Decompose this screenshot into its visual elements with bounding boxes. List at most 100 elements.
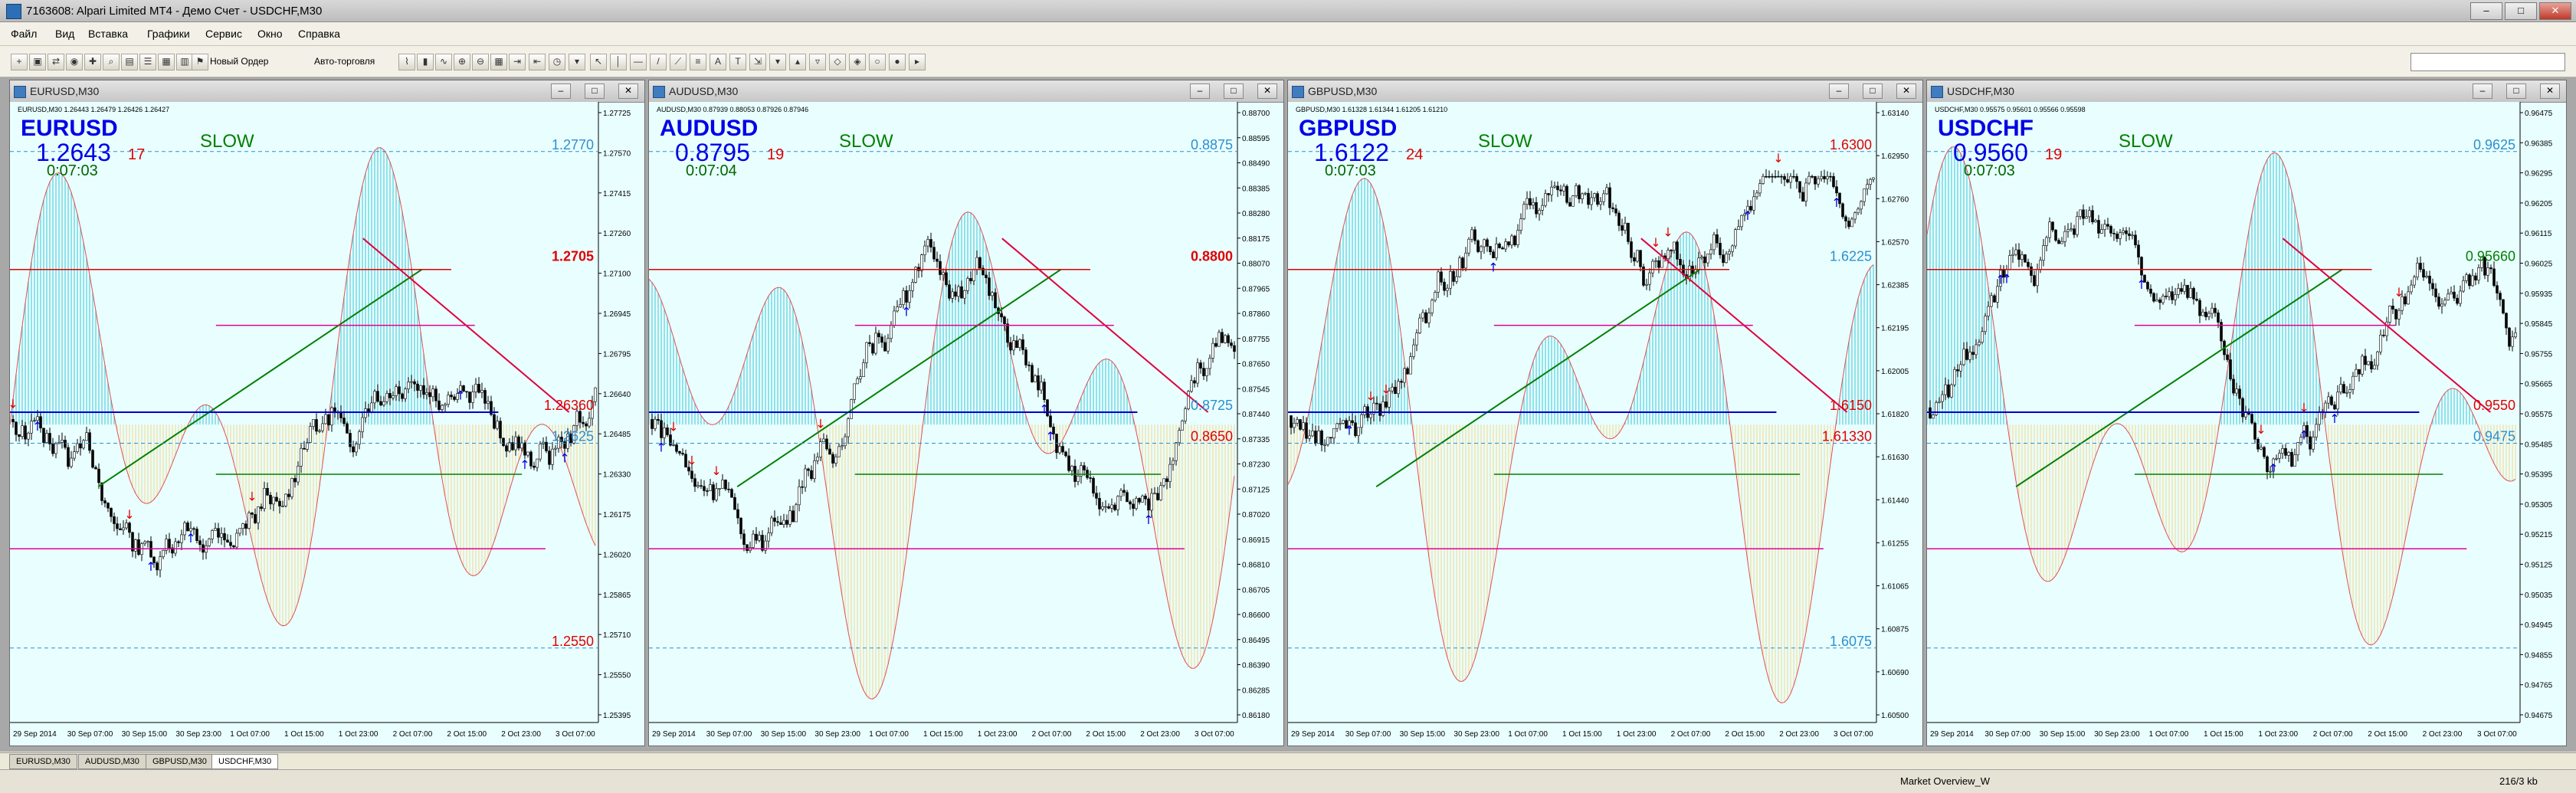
candle-body [1070, 466, 1073, 471]
chart-restore-button[interactable]: □ [585, 84, 605, 99]
chart-close-button[interactable]: ✕ [1896, 84, 1916, 99]
candle-body [718, 488, 721, 490]
toolbar-tool-icon[interactable]: ▦ [490, 54, 507, 70]
chart-close-button[interactable]: ✕ [618, 84, 638, 99]
candle-body [1538, 210, 1541, 215]
tab-audusd[interactable]: AUDUSD,M30 [78, 754, 146, 769]
chart-restore-button[interactable]: □ [1863, 84, 1883, 99]
toolbar-tool-icon[interactable]: ⇄ [48, 54, 64, 70]
toolbar-tool-icon[interactable]: / [650, 54, 667, 70]
chart-minimize-button[interactable]: – [2473, 84, 2492, 99]
chart-minimize-button[interactable]: – [1190, 84, 1210, 99]
candle-body [1795, 175, 1798, 182]
chart-minimize-button[interactable]: – [551, 84, 571, 99]
toolbar-tool-icon[interactable]: ↖ [590, 54, 607, 70]
candle-body [1172, 460, 1175, 465]
chart-window-audusd[interactable]: AUDUSD,M30– □ ✕ ↑ ↑ ↓ ↑ ↑ ↑ ↓ ↓ ↓ 0.88700 0.88595 0.88… [648, 80, 1284, 746]
candle-body [1541, 205, 1544, 211]
candle-body [2290, 452, 2293, 467]
toolbar-tool-icon[interactable]: ▾ [769, 54, 786, 70]
toolbar-tool-icon[interactable]: ● [889, 54, 906, 70]
menu-window[interactable]: Окно [257, 28, 283, 40]
candle-body [376, 391, 379, 402]
toolbar-tool-icon[interactable]: — [630, 54, 647, 70]
toolbar-tool-icon[interactable]: ▮ [417, 54, 434, 70]
candle-body [1847, 221, 1850, 228]
toolbar-tool-icon[interactable]: ▥ [176, 54, 193, 70]
candle-body [1777, 175, 1780, 178]
search-input[interactable] [2410, 53, 2565, 71]
toolbar-tool-icon[interactable]: ⊕ [454, 54, 470, 70]
chart-window-titlebar[interactable]: USDCHF,M30 – □ ✕ [1927, 80, 2566, 103]
toolbar-tool-icon[interactable]: ◷ [549, 54, 565, 70]
toolbar-tool-icon[interactable]: ⚑ [192, 54, 208, 70]
toolbar-tool-icon[interactable]: ∿ [435, 54, 452, 70]
price-axis-label: 1.62385 [1881, 282, 1909, 290]
sell-arrow-icon: ↓ [815, 417, 825, 431]
toolbar-tool-icon[interactable]: │ [610, 54, 627, 70]
menu-tools[interactable]: Сервис [205, 28, 242, 40]
candle-body [1323, 444, 1326, 446]
chart-restore-button[interactable]: □ [2506, 84, 2526, 99]
toolbar-tool-icon[interactable]: ≡ [690, 54, 706, 70]
menu-insert[interactable]: Вставка [88, 28, 128, 40]
menu-file[interactable]: Файл [11, 28, 37, 40]
menu-view[interactable]: Вид [55, 28, 74, 40]
minimize-button[interactable]: – [2470, 2, 2502, 20]
chart-window-usdchf[interactable]: USDCHF,M30– □ ✕ ↑ ↓ ↓ ↑ ↑ ↓ ↑ ↑ ↑ 0.96475 0.96385 0.96… [1926, 80, 2567, 746]
toolbar-tool-icon[interactable]: ○ [869, 54, 886, 70]
chart-close-button[interactable]: ✕ [2540, 84, 2560, 99]
candle-body [2054, 229, 2057, 241]
tab-gbpusd[interactable]: GBPUSD,M30 [146, 754, 214, 769]
chart-window-gbpusd[interactable]: GBPUSD,M30– □ ✕ ↓ ↓ ↓ ↑ ↓ ↑ ↑ ↓ ↑ 1.63140 1.62950 1.62… [1287, 80, 1923, 746]
chart-window-title: USDCHF,M30 [1947, 85, 2014, 97]
candle-body [1092, 477, 1095, 494]
candle-body [1290, 415, 1293, 428]
toolbar-tool-icon[interactable]: ⊖ [472, 54, 489, 70]
toolbar-tool-icon[interactable]: ⌕ [103, 54, 120, 70]
chart-window-eurusd[interactable]: EURUSD,M30 – □ ✕ ↓ ↓ ↑ ↑ ↑ ↑ ↑ ↓ ↑ 1.27725 1.27570 1.27… [9, 80, 645, 746]
candle-body [1507, 241, 1510, 246]
chart-window-titlebar[interactable]: AUDUSD,M30 – □ ✕ [649, 80, 1283, 103]
new-order-button[interactable]: Новый Ордер [210, 56, 268, 67]
candle-body [1119, 490, 1122, 497]
chart-window-titlebar[interactable]: EURUSD,M30 – □ ✕ [10, 80, 644, 103]
candle-body [1421, 312, 1424, 319]
chart-close-button[interactable]: ✕ [1257, 84, 1277, 99]
candle-body [2229, 359, 2232, 380]
toolbar-tool-icon[interactable]: ⇥ [509, 54, 526, 70]
auto-trading-button[interactable]: Авто-торговля [314, 56, 375, 67]
chart-minimize-button[interactable]: – [1829, 84, 1849, 99]
price-axis-label: 1.62195 [1881, 325, 1909, 333]
toolbar-tool-icon[interactable]: ▣ [29, 54, 46, 70]
toolbar-tool-icon[interactable]: ▦ [158, 54, 175, 70]
chart-window-titlebar[interactable]: GBPUSD,M30 – □ ✕ [1288, 80, 1922, 103]
candle-body [2073, 228, 2076, 235]
candle-body [669, 434, 672, 446]
toolbar-tool-icon[interactable]: ⇲ [749, 54, 766, 70]
toolbar-tool-icon[interactable]: T [729, 54, 746, 70]
toolbar-tool-icon[interactable]: ✚ [84, 54, 101, 70]
toolbar-tool-icon[interactable]: ⟋ [670, 54, 687, 70]
menu-charts[interactable]: Графики [147, 28, 190, 40]
toolbar-tool-icon[interactable]: ▾ [569, 54, 585, 70]
toolbar-tool-icon[interactable]: A [710, 54, 726, 70]
toolbar-tool-icon[interactable]: ◉ [66, 54, 83, 70]
tab-usdchf[interactable]: USDCHF,M30 [211, 754, 279, 769]
menu-help[interactable]: Справка [298, 28, 340, 40]
toolbar-tool-icon[interactable]: ▸ [909, 54, 926, 70]
toolbar-tool-icon[interactable]: ☰ [139, 54, 156, 70]
toolbar-tool-icon[interactable]: + [11, 54, 28, 70]
toolbar-tool-icon[interactable]: ⌇ [398, 54, 415, 70]
toolbar-tool-icon[interactable]: ▴ [789, 54, 806, 70]
tab-eurusd[interactable]: EURUSD,M30 [9, 754, 77, 769]
toolbar-tool-icon[interactable]: ◈ [849, 54, 866, 70]
maximize-button[interactable]: □ [2505, 2, 2537, 20]
toolbar-tool-icon[interactable]: ▤ [121, 54, 138, 70]
close-button[interactable]: ✕ [2539, 2, 2571, 20]
toolbar-tool-icon[interactable]: ◇ [829, 54, 846, 70]
candle-body [2330, 396, 2333, 405]
toolbar-tool-icon[interactable]: ▿ [809, 54, 826, 70]
toolbar-tool-icon[interactable]: ⇤ [529, 54, 546, 70]
chart-restore-button[interactable]: □ [1224, 84, 1244, 99]
